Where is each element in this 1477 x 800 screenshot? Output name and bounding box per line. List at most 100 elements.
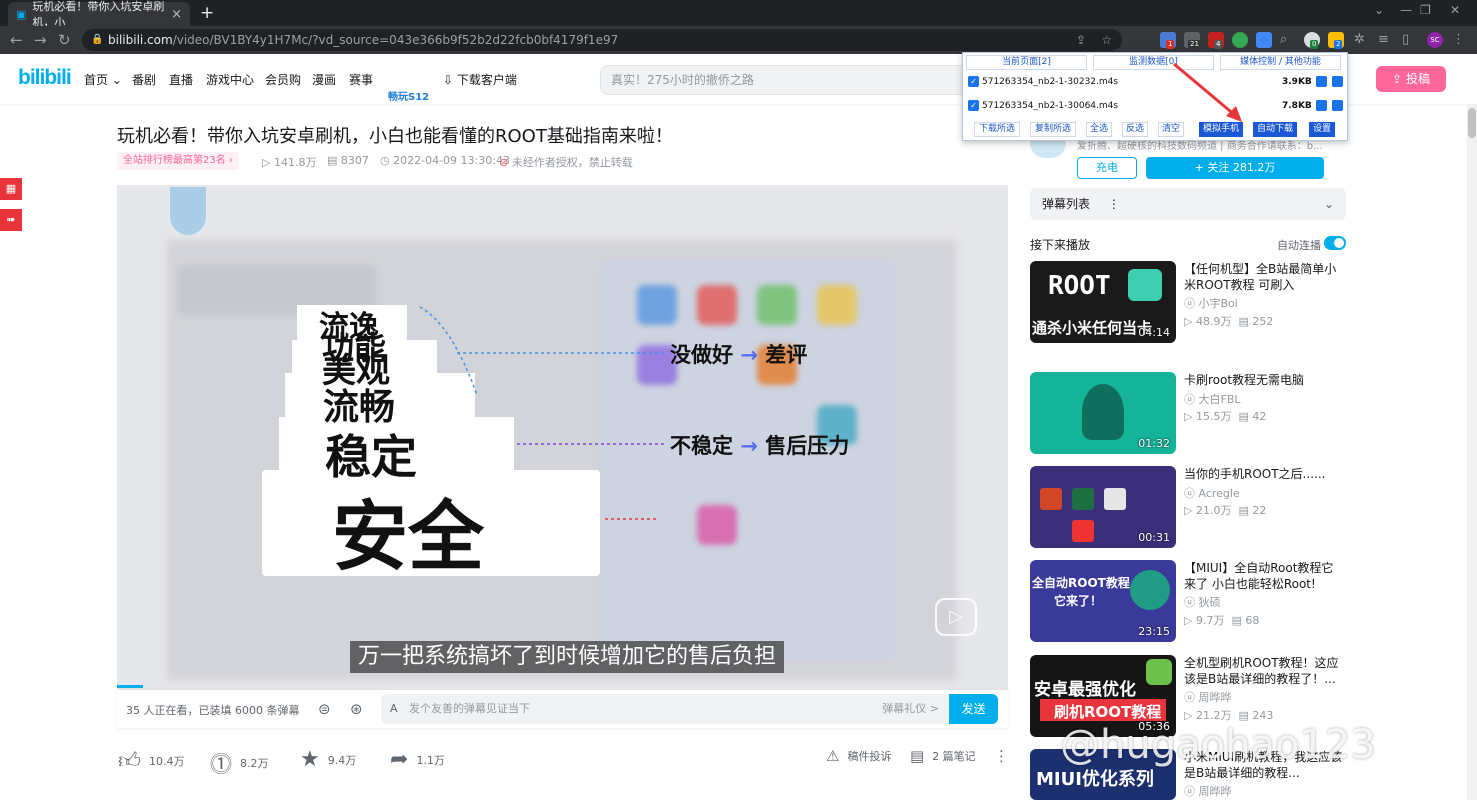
extension-icon-3[interactable]: 4 xyxy=(1208,32,1224,49)
favorite-button[interactable]: ★ 9.4万 xyxy=(300,747,356,772)
download-client-link[interactable]: ⇩ 下载客户端 xyxy=(443,71,517,88)
forward-button[interactable]: → xyxy=(34,31,47,49)
reload-button[interactable]: ↻ xyxy=(58,31,71,49)
extension-icon-5[interactable] xyxy=(1256,32,1272,48)
notes-button[interactable]: ▤ 2 篇笔记 xyxy=(910,747,976,765)
cloud-extension-icon[interactable]: 0 xyxy=(1304,32,1320,49)
danmaku-settings-icon[interactable]: ⊛ xyxy=(350,700,363,718)
list-item[interactable]: 全自动ROOT教程 它来了！ 23:15 【MIUI】全自动Root教程它来了 … xyxy=(1030,560,1346,644)
extension-icon-1[interactable]: 1 xyxy=(1160,32,1176,49)
rec-up[interactable]: ⓤ 周晔晔 xyxy=(1184,783,1232,799)
rec-up[interactable]: ⓤ 小宇Boi xyxy=(1184,295,1238,311)
nav-mall[interactable]: 会员购 xyxy=(265,71,301,88)
video-player[interactable]: 流逸 功能 美观 流畅 稳定 安全 没做好 → 差评 不稳定 → 售后压力 xyxy=(117,185,1008,690)
minimize-button[interactable]: — xyxy=(1400,3,1412,17)
danmaku-list-panel[interactable]: 弹幕列表 ⋮ ⌄ xyxy=(1030,188,1346,220)
maximize-button[interactable]: ❐ xyxy=(1420,3,1431,17)
copy-selected-button[interactable]: 复制所选 xyxy=(1030,122,1076,137)
rec-title[interactable]: 卡刷root教程无需电脑 xyxy=(1184,372,1344,388)
back-button[interactable]: ← xyxy=(10,31,23,49)
more-icon[interactable]: ⋮ xyxy=(994,747,1009,765)
chevron-down-icon[interactable]: ⌄ xyxy=(1374,3,1384,17)
danmaku-input[interactable]: A 发个友善的弹幕见证当下 弹幕礼仪 > xyxy=(381,694,951,724)
nav-manga[interactable]: 漫画 xyxy=(312,71,336,88)
file-row[interactable]: ✓ 571263354_nb2-1-30232.m4s 3.9KB xyxy=(966,72,1346,92)
rank-badge[interactable]: 全站排行榜最高第23名 › xyxy=(117,152,239,170)
bilibili-logo[interactable]: bilibili xyxy=(18,66,72,90)
profile-avatar[interactable]: SC xyxy=(1427,32,1443,48)
promo-s12-link[interactable]: 畅玩S12 xyxy=(388,88,429,103)
list-item[interactable]: ROOT 通杀小米任何当卡 04:14 【任何机型】全B站最简单小米ROOT教程… xyxy=(1030,261,1346,345)
nav-bangumi[interactable]: 番剧 xyxy=(132,71,156,88)
url-bar[interactable]: 🔒 bilibili.com/video/BV1BY4y1H7Mc/?vd_so… xyxy=(82,29,1122,51)
connector-lines xyxy=(419,306,667,520)
settings-button[interactable]: 设置 xyxy=(1309,122,1335,137)
rec-up[interactable]: ⓤ Acregle xyxy=(1184,485,1240,501)
file-checkbox[interactable]: ✓ xyxy=(968,76,979,87)
nav-live[interactable]: 直播 xyxy=(169,71,193,88)
clear-button[interactable]: 清空 xyxy=(1158,122,1184,137)
like-button[interactable]: 👍︎ 10.4万 xyxy=(118,747,185,774)
progress-bar[interactable] xyxy=(117,685,143,688)
nav-home[interactable]: 首页 ⌄ xyxy=(84,71,122,88)
play-pause-icon[interactable]: ▷ xyxy=(935,598,977,636)
list-item[interactable]: 01:32 卡刷root教程无需电脑 ⓤ 大白FBL ▷ 15.5万 ▤ 42 xyxy=(1030,372,1346,456)
video-thumbnail[interactable]: ROOT 通杀小米任何当卡 04:14 xyxy=(1030,261,1176,343)
rec-up[interactable]: ⓤ 狄硕 xyxy=(1184,594,1221,610)
select-all-button[interactable]: 全选 xyxy=(1086,122,1112,137)
report-button[interactable]: ⚠ 稿件投诉 xyxy=(826,747,891,765)
text-style-icon[interactable]: A xyxy=(390,694,398,724)
film-icon[interactable]: ▦ xyxy=(0,178,22,200)
search-input[interactable]: 真实！275小时的撤侨之路 xyxy=(600,65,970,95)
search-extension-icon[interactable]: ⌕ xyxy=(1280,32,1296,48)
danmaku-toggle-icon[interactable]: ⊜ xyxy=(318,700,331,718)
charge-button[interactable]: 充电 xyxy=(1077,157,1137,179)
video-thumbnail[interactable]: 00:31 xyxy=(1030,466,1176,548)
coin-button[interactable]: ⓵ 8.2万 xyxy=(210,747,269,779)
rec-title[interactable]: 【任何机型】全B站最简单小米ROOT教程 可刷入Magisk... xyxy=(1184,261,1344,293)
simulate-mobile-button[interactable]: 模拟手机 xyxy=(1199,122,1243,137)
download-selected-button[interactable]: 下载所选 xyxy=(974,122,1020,137)
copy-icon[interactable] xyxy=(1316,100,1327,111)
cat-catch-extension-icon[interactable]: 2 xyxy=(1328,32,1344,49)
page-scrollbar[interactable] xyxy=(1467,104,1477,800)
bookmark-star-icon[interactable]: ☆ xyxy=(1101,29,1112,51)
file-checkbox[interactable]: ✓ xyxy=(968,100,979,111)
nav-esports[interactable]: 赛事 xyxy=(349,71,373,88)
rec-title[interactable]: 全机型刷机ROOT教程！这应该是B站最详细的教程了！... xyxy=(1184,655,1344,687)
close-tab-icon[interactable]: × xyxy=(171,7,182,22)
send-danmaku-button[interactable]: 发送 xyxy=(949,694,998,724)
send-icon[interactable]: ➠ xyxy=(0,209,22,231)
side-panel-icon[interactable]: ▯ xyxy=(1402,32,1418,48)
copy-icon[interactable] xyxy=(1316,76,1327,87)
rec-up[interactable]: ⓤ 大白FBL xyxy=(1184,391,1241,407)
video-thumbnail[interactable]: 全自动ROOT教程 它来了！ 23:15 xyxy=(1030,560,1176,642)
reading-list-icon[interactable]: ≡ xyxy=(1378,32,1394,48)
autoplay-toggle[interactable] xyxy=(1324,236,1346,250)
rec-up[interactable]: ⓤ 周晔晔 xyxy=(1184,689,1232,705)
share-icon[interactable]: ⇪ xyxy=(1076,29,1086,51)
extension-icon-2[interactable]: 21 xyxy=(1184,32,1201,49)
extension-icon-4[interactable] xyxy=(1232,32,1248,48)
list-item[interactable]: 00:31 当你的手机ROOT之后...... ⓤ Acregle ▷ 21.0… xyxy=(1030,466,1346,550)
share-button[interactable]: ➦ 1.1万 xyxy=(390,747,445,772)
new-tab-button[interactable]: + xyxy=(200,3,214,23)
nav-game-center[interactable]: 游戏中心 xyxy=(206,71,254,88)
puzzle-extensions-icon[interactable]: ✲ xyxy=(1354,32,1370,48)
tab-current-page[interactable]: 当前页面[2] xyxy=(966,55,1087,70)
danmaku-etiquette-link[interactable]: 弹幕礼仪 > xyxy=(882,694,939,724)
file-row[interactable]: ✓ 571263354_nb2-1-30064.m4s 7.8KB xyxy=(966,96,1346,116)
rec-title[interactable]: 【MIUI】全自动Root教程它来了 小白也能轻松Root! xyxy=(1184,560,1344,592)
kebab-menu-icon[interactable]: ⋮ xyxy=(1452,32,1468,48)
scrollbar-thumb[interactable] xyxy=(1468,108,1476,138)
video-thumbnail[interactable]: 01:32 xyxy=(1030,372,1176,454)
download-icon[interactable] xyxy=(1332,76,1343,87)
rec-title[interactable]: 当你的手机ROOT之后...... xyxy=(1184,466,1344,482)
follow-button[interactable]: + 关注 281.2万 xyxy=(1146,157,1324,179)
download-icon[interactable] xyxy=(1332,100,1343,111)
auto-download-button[interactable]: 自动下载 xyxy=(1253,122,1297,137)
invert-selection-button[interactable]: 反选 xyxy=(1122,122,1148,137)
upload-button[interactable]: ⇪ 投稿 xyxy=(1376,66,1446,92)
browser-tab[interactable]: ▣ 玩机必看！带你入坑安卓刷机，小 × xyxy=(8,0,190,29)
close-window-button[interactable]: ✕ xyxy=(1450,3,1460,17)
